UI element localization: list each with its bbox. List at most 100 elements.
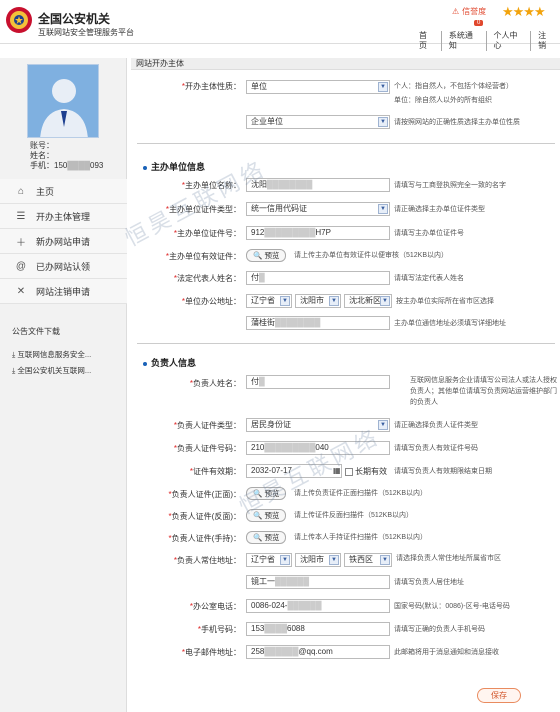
unit-section-title: 主办单位信息	[143, 160, 205, 173]
email-input[interactable]: 258██████@qq.com	[246, 645, 390, 659]
avatar	[27, 64, 99, 138]
calendar-icon[interactable]: ▦	[333, 466, 341, 475]
person-section-title: 负责人信息	[143, 356, 196, 369]
chevron-down-icon: ▼	[378, 117, 388, 127]
cert-preview-button[interactable]: 🔍 预览	[246, 249, 287, 262]
site-title: 全国公安机关	[38, 12, 111, 26]
legal-label: *法定代表人姓名：	[173, 274, 241, 283]
p-front-label: *负责人证件(正面)：	[168, 490, 241, 499]
p-back-preview-button[interactable]: 🔍 预览	[246, 509, 287, 522]
p-cert-no-label: *负责人证件号码：	[173, 444, 241, 453]
p-addr-detail-hint: 请填写负责人居住地址	[394, 579, 464, 586]
main-content: 网站开办主体 *开办主体性质： 单位 ▼ 个人：指自然人，不包括个体经营者） 单位…	[121, 58, 560, 712]
home-icon: ⌂	[17, 185, 25, 197]
cert-no-input[interactable]: 912█████████H7P	[246, 226, 390, 240]
mobile-label: *手机号码：	[197, 625, 241, 634]
p-front-preview-button[interactable]: 🔍 预览	[246, 487, 287, 500]
menu-new-site[interactable]: ＋新办网站申请	[0, 229, 127, 254]
p-name-hint: 互联网信息服务企业请填写公司法人或法人授权负责人；其他单位请填写负责网站运营维护…	[410, 377, 557, 406]
plus-icon: ＋	[16, 237, 26, 249]
p-back-hint: 请上传证件反面扫描件（512KB以内）	[294, 512, 414, 519]
search-icon: 🔍	[253, 533, 265, 542]
p-hold-preview-button[interactable]: 🔍 预览	[246, 531, 287, 544]
p-cert-no-input[interactable]: 210█████████040	[246, 441, 390, 455]
chevron-down-icon: ▼	[378, 82, 388, 92]
doc-link-2[interactable]: ⤓ 全国公安机关互联网...	[12, 365, 122, 376]
p-expire-input[interactable]: 2032-07-17	[246, 464, 342, 478]
mobile-input[interactable]: 153████6088	[246, 622, 390, 636]
menu-cancel[interactable]: ✕ 网站注销申请	[0, 279, 127, 304]
p-hold-label: *负责人证件(手持)：	[168, 534, 241, 543]
site-subtitle: 互联网站安全管理服务平台	[38, 28, 134, 37]
p-name-input[interactable]: 付█	[246, 375, 390, 389]
nav-notice[interactable]: 系统通知	[442, 31, 487, 51]
cert-type-label: *主办单位证件类型：	[165, 205, 241, 214]
phone-line: 手机：150████093	[30, 161, 104, 170]
top-header: 全国公安机关 互联网站安全管理服务平台 ⚠ 信誉度 0 ★★★★ 首页 系统通知…	[0, 0, 560, 51]
p-city-select[interactable]: 沈阳市 ▼	[295, 553, 341, 567]
cert-type-select[interactable]: 统一信用代码证 ▼	[246, 202, 390, 216]
p-cert-type-label: *负责人证件类型：	[173, 421, 241, 430]
province-select[interactable]: 辽宁省 ▼	[246, 294, 292, 308]
cert-no-label: *主办单位证件号：	[173, 229, 241, 238]
public-docs-title: 公告文件下载	[12, 327, 60, 336]
chevron-down-icon: ▼	[378, 204, 388, 214]
p-cert-type-hint: 请正确选择负责人证件类型	[394, 422, 478, 429]
p-cert-no-hint: 请填写负责人有效证件号码	[394, 445, 478, 452]
save-button[interactable]: 保存	[477, 688, 521, 703]
top-nav: 首页 系统通知 个人中心 注销	[412, 31, 560, 51]
p-name-label: *负责人姓名：	[189, 379, 241, 388]
doc-link-1[interactable]: ⤓ 互联网信息服务安全...	[12, 349, 122, 360]
office-hint: 国家号码(默认：0086)-区号-电话号码	[394, 603, 510, 610]
email-label: *电子邮件地址：	[181, 648, 241, 657]
longterm-checkbox[interactable]: 长期有效	[345, 466, 387, 477]
p-addr-label: *负责人常住地址：	[173, 556, 241, 565]
user-silhouette-icon	[28, 65, 98, 137]
credit-stars: ★★★★	[502, 4, 546, 19]
menu-subject[interactable]: ☰ 开办主体管理	[0, 204, 127, 229]
police-emblem-icon	[6, 7, 32, 33]
nav-logout[interactable]: 注销	[531, 31, 560, 51]
menu-claim[interactable]: @ 已办网站认领	[0, 254, 127, 279]
p-cert-type-select[interactable]: 居民身份证 ▼	[246, 418, 390, 432]
nav-profile[interactable]: 个人中心	[487, 31, 532, 51]
p-province-select[interactable]: 辽宁省 ▼	[246, 553, 292, 567]
p-hold-hint: 请上传本人手持证件扫描件（512KB以内）	[294, 534, 428, 541]
search-icon: 🔍	[253, 251, 265, 260]
nature-hint-2: 单位：除自然人以外的所有组织	[394, 97, 492, 104]
addr-hint: 按主办单位实际所在省市区选择	[396, 298, 494, 305]
menu-home[interactable]: ⌂ 主页	[0, 179, 127, 204]
subtype-hint: 请按照网站的正确性质选择主办单位性质	[394, 119, 520, 126]
list-icon: ☰	[16, 210, 26, 222]
breadcrumb: 网站开办主体	[131, 58, 560, 70]
p-expire-label: *证件有效期：	[189, 467, 241, 476]
office-input[interactable]: 0086-024-██████	[246, 599, 390, 613]
subtype-select[interactable]: 企业单位 ▼	[246, 115, 390, 129]
p-district-select[interactable]: 铁西区 ▼	[344, 553, 392, 567]
legal-input[interactable]: 付█	[246, 271, 390, 285]
cert-valid-hint: 请上传主办单位有效证件以便审核（512KB以内）	[294, 252, 449, 259]
addr-detail-input[interactable]: 蒲桂街████████	[246, 316, 390, 330]
nature-label: *开办主体性质：	[181, 82, 241, 91]
cert-type-hint: 请正确选择主办单位证件类型	[394, 206, 485, 213]
city-select[interactable]: 沈阳市 ▼	[295, 294, 341, 308]
unit-name-input[interactable]: 沈阳████████	[246, 178, 390, 192]
p-addr-detail-input[interactable]: 镜工一██████	[246, 575, 390, 589]
district-select[interactable]: 沈北新区 ▼	[344, 294, 392, 308]
legal-hint: 请填写法定代表人姓名	[394, 275, 464, 282]
p-back-label: *负责人证件(反面)：	[168, 512, 241, 521]
nav-home[interactable]: 首页	[412, 31, 442, 51]
side-menu: ⌂ 主页 ☰ 开办主体管理 ＋新办网站申请 @ 已办网站认领 ✕ 网站注销申请	[0, 179, 127, 304]
credit-label: ⚠ 信誉度	[452, 7, 487, 16]
divider	[137, 343, 555, 344]
cert-no-hint: 请填写主办单位证件号	[394, 230, 464, 237]
p-addr-hint: 请选择负责人常住地址所属省市区	[396, 555, 501, 562]
unit-name-hint: 请填写与工商登执照完全一致的名字	[394, 182, 506, 189]
nature-hint-1: 个人：指自然人，不包括个体经营者）	[394, 83, 513, 90]
addr-label: *单位办公地址：	[181, 297, 241, 306]
email-hint: 此邮箱将用于消息通知和消息接收	[394, 649, 499, 656]
sidebar: 账号： 姓名： 手机：150████093 ⌂ 主页 ☰ 开办主体管理 ＋新办网站申…	[0, 58, 127, 712]
at-icon: @	[15, 260, 27, 272]
nature-select[interactable]: 单位 ▼	[246, 80, 390, 94]
divider	[137, 143, 555, 144]
